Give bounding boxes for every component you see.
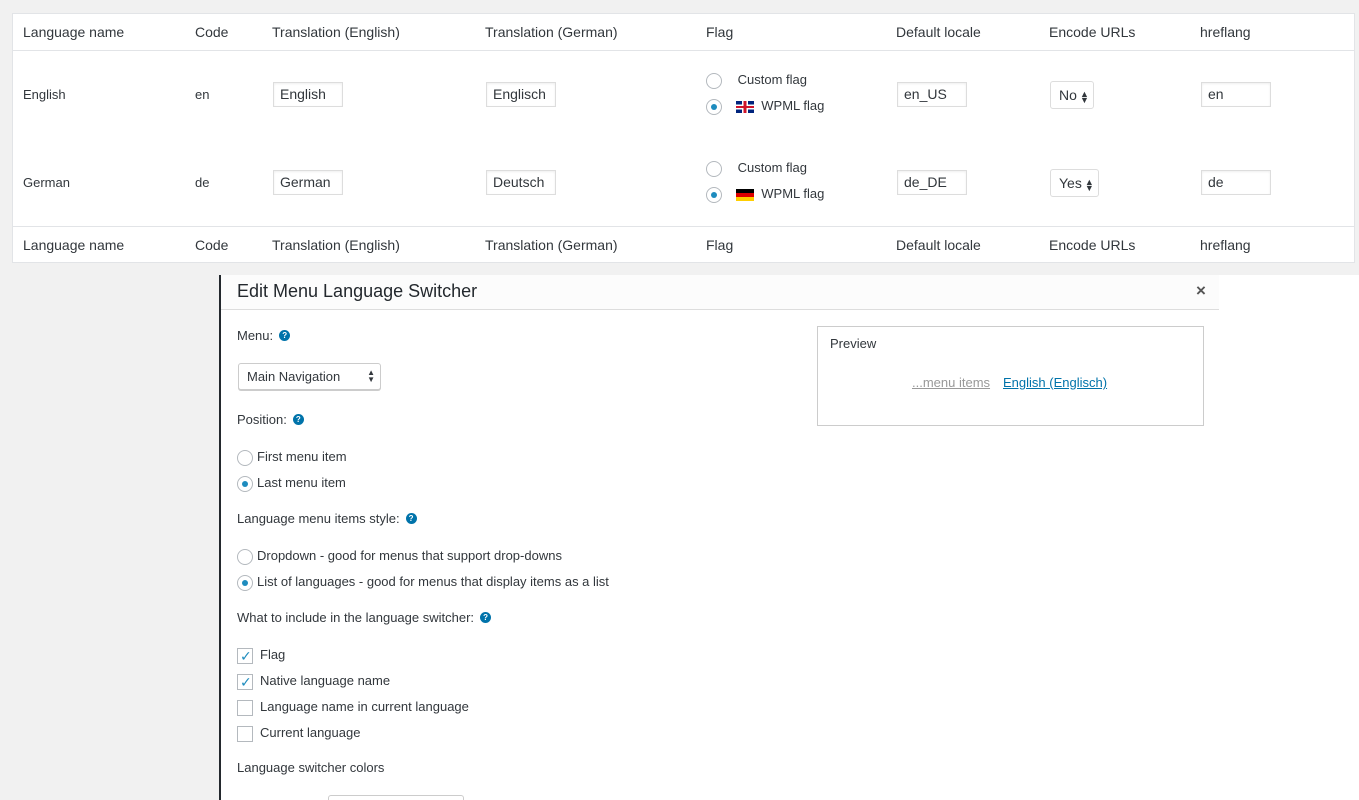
encode-urls-select[interactable]: Yes ▲ ▼ — [1050, 169, 1099, 197]
hreflang-input[interactable]: de — [1201, 170, 1271, 195]
style-dropdown-label: Dropdown - good for menus that support d… — [257, 548, 562, 563]
wpml-flag-label: WPML flag — [761, 186, 825, 201]
table-row: English en English Englisch Custom flag … — [13, 51, 1354, 139]
position-label: Position: — [237, 412, 287, 427]
dialog-title: Edit Menu Language Switcher — [237, 281, 478, 301]
encode-urls-value: No — [1059, 87, 1077, 103]
encode-urls-value: Yes — [1059, 175, 1082, 191]
include-flag-checkbox[interactable] — [237, 647, 253, 665]
wpml-flag-radio[interactable] — [706, 186, 722, 203]
language-code: en — [195, 87, 210, 102]
style-dropdown-radio[interactable] — [237, 548, 253, 565]
language-name: English — [23, 87, 66, 102]
table-row: German de German Deutsch Custom flag WPM… — [13, 139, 1354, 227]
position-label-row: Position:? — [237, 412, 304, 427]
translation-english-input[interactable]: German — [273, 170, 343, 195]
position-first-radio[interactable] — [237, 449, 253, 466]
include-flag-option[interactable]: Flag — [237, 646, 286, 665]
include-native-name-option[interactable]: Native language name — [237, 672, 391, 691]
style-list-radio[interactable] — [237, 574, 253, 591]
help-icon[interactable]: ? — [292, 414, 304, 425]
encode-urls-select[interactable]: No ▲ ▼ — [1050, 81, 1094, 109]
dialog-title-bar: Edit Menu Language Switcher — [221, 275, 1219, 310]
wpml-flag-option[interactable]: WPML flag — [706, 185, 824, 203]
col-translation-german: Translation (German) — [485, 24, 618, 40]
style-list-option[interactable]: List of languages - good for menus that … — [237, 573, 609, 591]
col-default-locale: Default locale — [896, 237, 981, 253]
custom-flag-label: Custom flag — [737, 160, 807, 175]
custom-flag-radio[interactable] — [706, 160, 722, 177]
col-translation-english: Translation (English) — [272, 24, 400, 40]
preview-menu-items: ...menu items — [912, 375, 991, 390]
position-first-label: First menu item — [257, 449, 347, 464]
style-label-row: Language menu items style:? — [237, 511, 417, 526]
custom-flag-label: Custom flag — [737, 72, 807, 87]
wpml-flag-radio[interactable] — [706, 98, 722, 115]
menu-select[interactable]: Main Navigation ▲ ▼ — [238, 363, 381, 390]
col-encode-urls: Encode URLs — [1049, 237, 1136, 253]
col-code: Code — [195, 237, 229, 253]
translation-german-input[interactable]: Englisch — [486, 82, 556, 107]
custom-flag-radio[interactable] — [706, 72, 722, 89]
include-label-row: What to include in the language switcher… — [237, 610, 492, 625]
style-dropdown-option[interactable]: Dropdown - good for menus that support d… — [237, 547, 562, 565]
help-icon[interactable]: ? — [405, 513, 417, 524]
preview-current-language-link[interactable]: English (Englisch) — [1003, 375, 1107, 390]
col-translation-german: Translation (German) — [485, 237, 618, 253]
position-last-radio[interactable] — [237, 475, 253, 492]
col-hreflang: hreflang — [1200, 24, 1251, 40]
include-current-language-option[interactable]: Current language — [237, 724, 360, 742]
uk-flag-icon — [735, 100, 754, 113]
col-translation-english: Translation (English) — [272, 237, 400, 253]
custom-flag-option[interactable]: Custom flag — [706, 71, 807, 89]
col-flag: Flag — [706, 237, 734, 253]
table-header: Language name Code Translation (English)… — [13, 14, 1354, 51]
custom-flag-option[interactable]: Custom flag — [706, 159, 807, 177]
menu-label-row: Menu:? — [237, 328, 291, 343]
include-native-name-checkbox[interactable] — [237, 673, 253, 691]
menu-select-value: Main Navigation — [247, 369, 341, 384]
language-code: de — [195, 175, 210, 190]
table-footer: Language name Code Translation (English)… — [13, 226, 1354, 263]
translation-english-input[interactable]: English — [273, 82, 343, 107]
col-encode-urls: Encode URLs — [1049, 24, 1136, 40]
include-current-language-checkbox[interactable] — [237, 725, 253, 742]
position-last-label: Last menu item — [257, 475, 346, 490]
include-current-language-name-label: Language name in current language — [260, 699, 469, 714]
help-icon[interactable]: ? — [480, 612, 492, 623]
hreflang-input[interactable]: en — [1201, 82, 1271, 107]
translation-german-input[interactable]: Deutsch — [486, 170, 556, 195]
style-label: Language menu items style: — [237, 511, 400, 526]
language-name: German — [23, 175, 70, 190]
color-scheme-select[interactable] — [328, 795, 464, 800]
include-flag-label: Flag — [260, 647, 286, 662]
wpml-flag-label: WPML flag — [761, 98, 825, 113]
edit-menu-language-switcher-dialog: Edit Menu Language Switcher × Menu:? Mai… — [219, 275, 1359, 800]
col-language-name: Language name — [23, 24, 125, 40]
include-label: What to include in the language switcher… — [237, 610, 475, 625]
col-flag: Flag — [706, 24, 734, 40]
languages-table: Language name Code Translation (English)… — [12, 13, 1355, 263]
close-icon[interactable]: × — [1196, 281, 1206, 301]
preview-title: Preview — [830, 336, 877, 351]
default-locale-input[interactable]: en_US — [897, 82, 967, 107]
help-icon[interactable]: ? — [279, 330, 291, 341]
col-code: Code — [195, 24, 229, 40]
preview-box: Preview ...menu items English (Englisch) — [817, 326, 1204, 426]
include-current-language-name-option[interactable]: Language name in current language — [237, 698, 469, 716]
default-locale-input[interactable]: de_DE — [897, 170, 967, 195]
include-native-name-label: Native language name — [260, 673, 391, 688]
german-flag-icon — [735, 188, 754, 201]
col-language-name: Language name — [23, 237, 125, 253]
include-current-language-label: Current language — [260, 725, 361, 740]
wpml-flag-option[interactable]: WPML flag — [706, 97, 824, 115]
colors-label: Language switcher colors — [237, 760, 385, 775]
style-list-label: List of languages - good for menus that … — [257, 574, 609, 589]
col-hreflang: hreflang — [1200, 237, 1251, 253]
menu-label: Menu: — [237, 328, 274, 343]
position-last-option[interactable]: Last menu item — [237, 474, 346, 492]
col-default-locale: Default locale — [896, 24, 981, 40]
include-current-language-name-checkbox[interactable] — [237, 699, 253, 716]
position-first-option[interactable]: First menu item — [237, 448, 347, 466]
